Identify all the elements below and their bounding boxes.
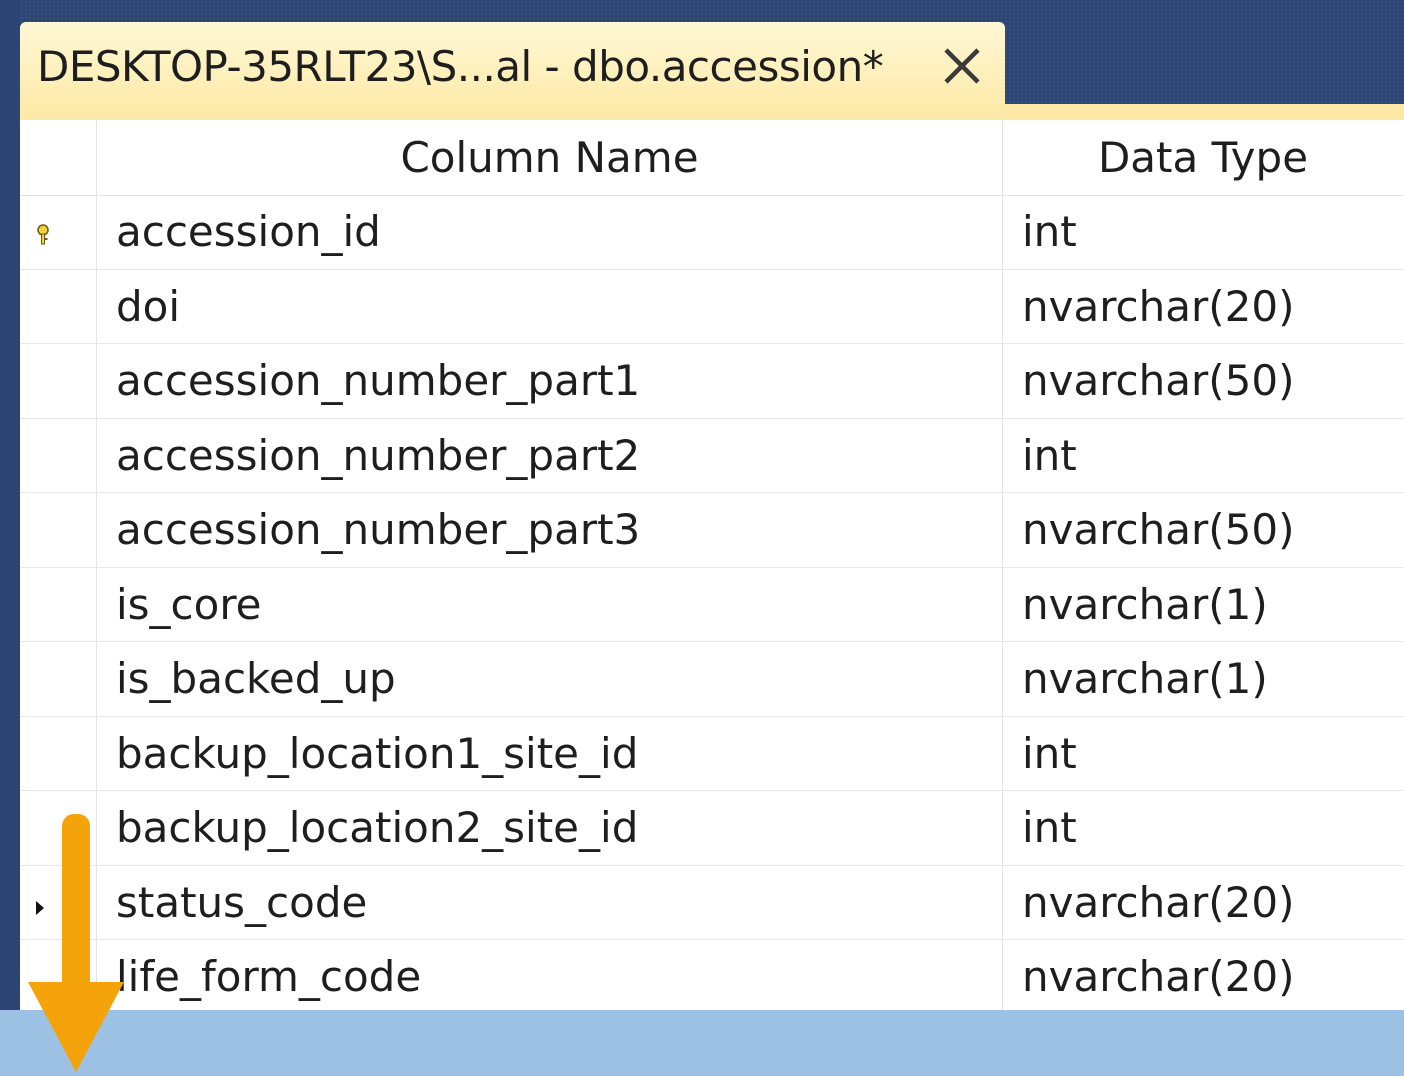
table-row[interactable]: doi nvarchar(20) <box>20 269 1404 344</box>
column-name-cell[interactable]: accession_number_part3 <box>97 493 1003 567</box>
table-row[interactable]: accession_number_part3 nvarchar(50) <box>20 493 1404 568</box>
table-row[interactable]: accession_number_part1 nvarchar(50) <box>20 344 1404 419</box>
data-type-cell[interactable]: int <box>1003 791 1404 865</box>
data-type-cell[interactable]: nvarchar(20) <box>1003 866 1404 940</box>
table-row[interactable]: life_form_code nvarchar(20) <box>20 940 1404 1010</box>
document-tab[interactable]: DESKTOP-35RLT23\S...al - dbo.accession* <box>20 22 1005 120</box>
column-name-cell[interactable]: is_core <box>97 567 1003 641</box>
primary-key-icon <box>32 207 50 256</box>
table-row[interactable]: is_backed_up nvarchar(1) <box>20 642 1404 717</box>
data-type-cell[interactable]: nvarchar(50) <box>1003 493 1404 567</box>
column-name-cell[interactable]: backup_location2_site_id <box>97 791 1003 865</box>
column-name-cell[interactable]: accession_number_part2 <box>97 418 1003 492</box>
column-name-cell[interactable]: life_form_code <box>97 940 1003 1010</box>
data-type-cell[interactable]: nvarchar(1) <box>1003 568 1404 642</box>
row-selector[interactable] <box>20 195 97 269</box>
row-selector[interactable] <box>20 493 97 567</box>
window-left-edge <box>0 0 20 1010</box>
grid-rows: accession_id int doi nvarchar(20) accession_… <box>20 195 1404 1010</box>
table-row[interactable]: is_core nvarchar(1) <box>20 567 1404 642</box>
column-name-cell[interactable]: accession_number_part1 <box>97 344 1003 418</box>
down-arrow-icon <box>28 812 124 1074</box>
table-row[interactable]: accession_id int <box>20 195 1404 270</box>
row-selector[interactable] <box>20 418 97 492</box>
close-icon[interactable] <box>940 44 984 88</box>
table-row[interactable]: status_code nvarchar(20) <box>20 865 1404 940</box>
row-selector[interactable] <box>20 269 97 343</box>
table-row[interactable]: accession_number_part2 int <box>20 418 1404 493</box>
document-tab-title: DESKTOP-35RLT23\S...al - dbo.accession* <box>37 42 884 91</box>
row-selector-header <box>20 120 97 195</box>
data-type-cell[interactable]: nvarchar(1) <box>1003 642 1404 716</box>
grid-header: Column Name Data Type <box>20 120 1404 196</box>
data-type-cell[interactable]: nvarchar(20) <box>1003 270 1404 344</box>
table-row[interactable]: backup_location2_site_id int <box>20 791 1404 866</box>
column-name-cell[interactable]: doi <box>97 269 1003 343</box>
column-name-cell[interactable]: status_code <box>97 865 1003 939</box>
data-type-cell[interactable]: int <box>1003 717 1404 791</box>
column-name-cell[interactable]: accession_id <box>97 195 1003 269</box>
table-row[interactable]: backup_location1_site_id int <box>20 716 1404 791</box>
data-type-cell[interactable]: int <box>1003 195 1404 269</box>
column-name-header[interactable]: Column Name <box>97 120 1003 195</box>
row-selector[interactable] <box>20 567 97 641</box>
data-type-cell[interactable]: nvarchar(20) <box>1003 940 1404 1010</box>
row-selector[interactable] <box>20 642 97 716</box>
column-name-cell[interactable]: backup_location1_site_id <box>97 716 1003 790</box>
column-name-cell[interactable]: is_backed_up <box>97 642 1003 716</box>
data-type-cell[interactable]: int <box>1003 419 1404 493</box>
bottom-panel <box>0 1010 1404 1076</box>
row-selector[interactable] <box>20 716 97 790</box>
data-type-cell[interactable]: nvarchar(50) <box>1003 344 1404 418</box>
data-type-header[interactable]: Data Type <box>1003 120 1404 195</box>
row-selector[interactable] <box>20 344 97 418</box>
table-designer-grid: Column Name Data Type accession_id int doi… <box>20 120 1404 1010</box>
